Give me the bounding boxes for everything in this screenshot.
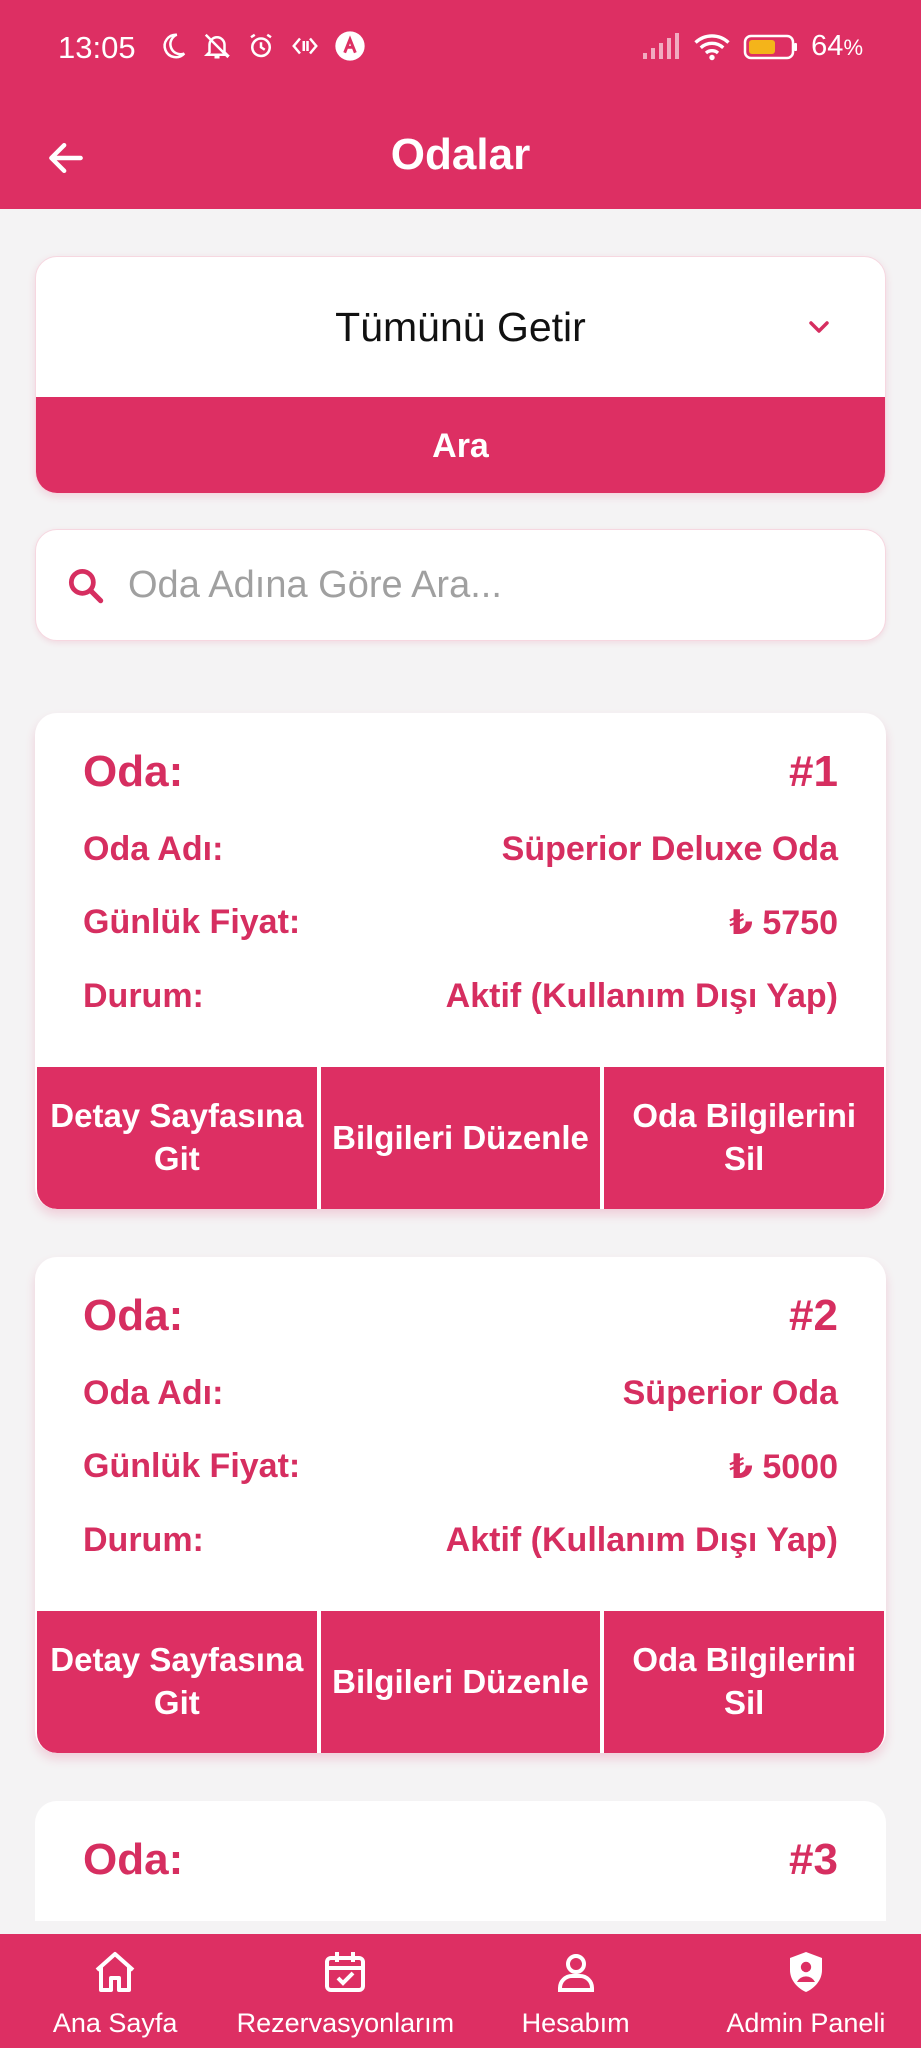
battery-level: 64% [811,30,863,63]
filter-card: Tümünü Getir Ara [35,256,886,494]
room-search-field [35,529,886,641]
room-status-label: Durum: [83,1521,204,1559]
room-name-value: Süperior Deluxe Oda [501,830,838,868]
room-price-value: ₺ 5000 [729,1448,838,1486]
room-status-toggle[interactable]: Aktif (Kullanım Dışı Yap) [446,1521,838,1560]
room-name-value: Süperior Oda [622,1374,838,1412]
room-actions: Detay Sayfasına Git Bilgileri Düzenle Od… [37,1611,885,1753]
signal-icon [643,32,680,59]
nav-reservations[interactable]: Rezervasyonlarım [230,1934,460,2048]
nav-account[interactable]: Hesabım [461,1934,691,2048]
room-status-toggle[interactable]: Aktif (Kullanım Dışı Yap) [446,977,838,1016]
room-label: Oda: [83,747,184,796]
status-bar: 13:05 64% [0,0,921,104]
room-price-row: Günlük Fiyat: ₺ 5750 [83,903,838,947]
page-title: Odalar [390,130,531,179]
battery-unit: % [843,35,863,60]
room-detail-button[interactable]: Detay Sayfasına Git [37,1067,317,1209]
room-edit-button[interactable]: Bilgileri Düzenle [320,1067,601,1209]
app-bar: Odalar [0,104,921,209]
room-delete-button[interactable]: Oda Bilgilerini Sil [604,1611,885,1753]
filter-search-button[interactable]: Ara [36,397,885,493]
nav-account-label: Hesabım [521,2008,630,2038]
status-right: 64% [641,30,863,63]
nav-admin-label: Admin Paneli [726,2008,886,2038]
room-card: Oda: #2 Oda Adı: Süperior Oda Günlük Fiy… [35,1257,886,1753]
alarm-icon [250,33,272,58]
status-filter-select[interactable]: Tümünü Getir [36,257,885,397]
user-icon [557,1954,594,1992]
room-delete-button[interactable]: Oda Bilgilerini Sil [604,1067,885,1209]
room-header: Oda: #3 [83,1835,838,1891]
room-name-label: Oda Adı: [83,1374,224,1412]
status-filter-value: Tümünü Getir [335,304,586,350]
room-detail-button[interactable]: Detay Sayfasına Git [37,1611,317,1753]
room-status-label: Durum: [83,977,204,1015]
room-name-row: Oda Adı: Süperior Deluxe Oda [83,830,838,874]
home-icon [95,1952,135,1992]
nav-admin[interactable]: Admin Paneli [691,1934,921,2048]
wifi-icon [694,33,730,60]
app-notification-icon [335,31,365,61]
bell-off-icon [203,33,231,59]
room-number: #2 [789,1291,838,1340]
room-status-row: Durum: Aktif (Kullanım Dışı Yap) [83,977,838,1021]
room-number: #1 [789,747,838,796]
room-price-label: Günlük Fiyat: [83,903,301,941]
nav-reservations-label: Rezervasyonlarım [236,2008,455,2038]
room-label: Oda: [83,1835,184,1884]
status-icons [158,30,366,62]
nav-home-label: Ana Sayfa [52,2008,178,2038]
room-status-row: Durum: Aktif (Kullanım Dışı Yap) [83,1521,838,1565]
calendar-check-icon [325,1952,366,1992]
chevron-down-icon [809,321,829,333]
room-card: Oda: #1 Oda Adı: Süperior Deluxe Oda Gün… [35,713,886,1209]
room-number: #3 [789,1835,838,1884]
room-price-label: Günlük Fiyat: [83,1447,301,1485]
nav-home[interactable]: Ana Sayfa [0,1934,230,2048]
battery-icon [743,34,798,59]
room-header: Oda: #1 [83,747,838,803]
battery-value: 64 [811,30,844,62]
room-actions: Detay Sayfasına Git Bilgileri Düzenle Od… [37,1067,885,1209]
bottom-nav: Ana Sayfa Rezervasyonlarım Hesabım Admin… [0,1934,921,2048]
room-edit-button[interactable]: Bilgileri Düzenle [320,1611,601,1753]
moon-icon [163,33,186,59]
search-icon [68,568,104,604]
room-header: Oda: #2 [83,1291,838,1347]
shield-user-icon [789,1952,822,1992]
room-price-value: ₺ 5750 [729,904,838,942]
room-card: Oda: #3 [35,1801,886,1921]
room-search-input[interactable] [128,530,865,640]
status-time: 13:05 [58,30,136,65]
room-name-label: Oda Adı: [83,830,224,868]
room-name-row: Oda Adı: Süperior Oda [83,1374,838,1418]
data-saver-icon [292,37,318,55]
room-price-row: Günlük Fiyat: ₺ 5000 [83,1447,838,1491]
room-label: Oda: [83,1291,184,1340]
